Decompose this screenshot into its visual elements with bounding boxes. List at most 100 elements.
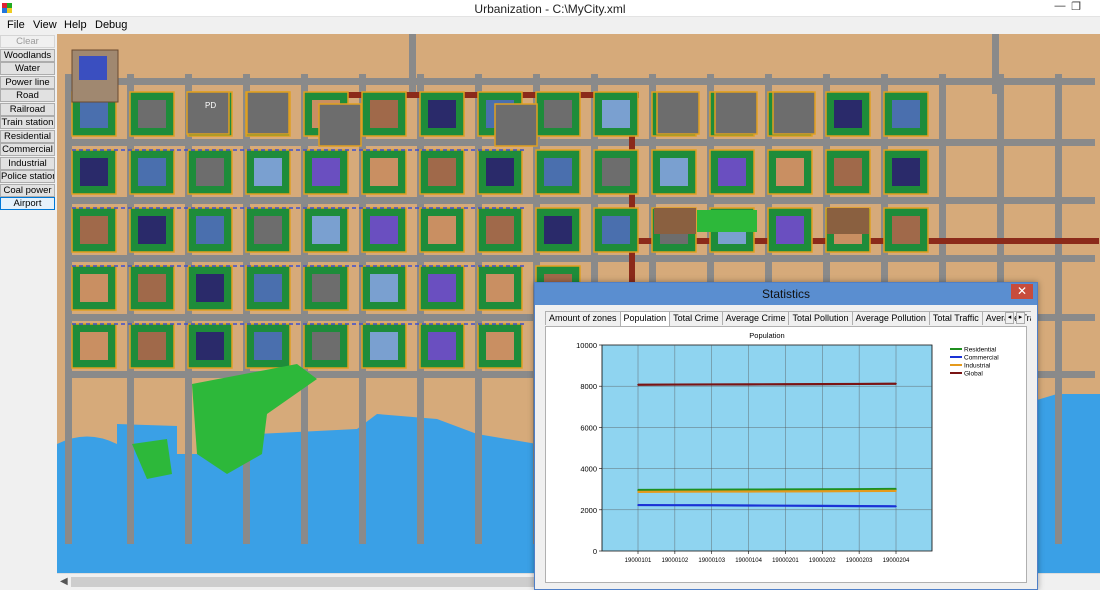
data-point-residential	[858, 488, 860, 490]
data-point-commercial	[710, 504, 713, 507]
data-point-industrial	[858, 490, 860, 492]
data-point-residential	[784, 488, 787, 491]
close-icon[interactable]: ✕	[1011, 284, 1033, 299]
series-line-commercial	[637, 503, 897, 508]
data-point-global	[637, 383, 639, 386]
tab-total-pollution[interactable]: Total Pollution	[788, 311, 853, 325]
building	[370, 274, 398, 302]
tool-industrial-button[interactable]: Industrial	[0, 156, 55, 170]
data-point-commercial	[784, 504, 787, 507]
data-point-industrial	[674, 490, 676, 493]
building	[80, 158, 108, 186]
tab-average-crime[interactable]: Average Crime	[721, 311, 790, 325]
plot-area	[601, 344, 933, 552]
statistics-title: Statistics	[761, 287, 810, 301]
data-point-commercial	[821, 505, 824, 507]
x-tick-label: 19000101	[625, 558, 652, 564]
building	[544, 216, 572, 244]
building	[486, 274, 514, 302]
legend-label-commercial: Commercial	[964, 355, 999, 362]
menu-view[interactable]: View	[33, 19, 57, 31]
data-point-industrial	[637, 491, 639, 493]
tool-clear-button[interactable]: Clear	[0, 35, 55, 48]
window-title-bar: Urbanization - C:\MyCity.xml — ❐	[0, 0, 1100, 17]
tab-population[interactable]: Population	[619, 311, 671, 326]
building	[80, 274, 108, 302]
data-point-commercial	[674, 504, 676, 506]
scroll-left-icon[interactable]: ◀	[60, 576, 68, 587]
building	[254, 332, 282, 360]
building	[602, 216, 630, 244]
tab-amount-of-zones[interactable]: Amount of zones	[545, 311, 621, 325]
y-tick-label: 4000	[580, 465, 597, 474]
tool-airport-button[interactable]: Airport	[0, 197, 55, 210]
building	[892, 216, 920, 244]
tab-total-traffic[interactable]: Total Traffic	[928, 311, 983, 325]
series-line-global	[637, 382, 897, 386]
tool-residential-button[interactable]: Residential	[0, 129, 55, 143]
tab-scroll-left-icon[interactable]: ◂	[1005, 312, 1014, 324]
building	[772, 91, 816, 135]
building	[428, 332, 456, 360]
road-horizontal	[65, 139, 1095, 146]
y-tick-label: 10000	[576, 341, 597, 350]
legend-label-residential: Residential	[964, 347, 997, 354]
menu-file[interactable]: File	[7, 19, 25, 31]
data-point-global	[674, 383, 676, 386]
data-point-residential	[895, 488, 897, 490]
tab-scroll-right-icon[interactable]: ▸	[1016, 312, 1025, 324]
tab-total-crime[interactable]: Total Crime	[669, 311, 723, 325]
data-point-industrial	[821, 490, 824, 493]
menu-debug[interactable]: Debug	[95, 19, 127, 31]
scroll-thumb[interactable]	[71, 577, 541, 587]
building	[428, 158, 456, 186]
data-point-commercial	[637, 504, 639, 506]
population-chart-panel: Population 0 2000 4000 6000 8000 10000 19000101…	[545, 326, 1027, 583]
tool-train-station-button[interactable]: Train station	[0, 116, 55, 129]
building	[80, 332, 108, 360]
tool-commercial-button[interactable]: Commercial	[0, 143, 55, 156]
y-tick-label: 8000	[580, 382, 597, 391]
data-point-commercial	[747, 504, 750, 507]
menu-help[interactable]: Help	[64, 19, 87, 31]
data-point-industrial	[784, 490, 787, 493]
data-point-global	[895, 382, 897, 385]
building	[370, 158, 398, 186]
building	[718, 158, 746, 186]
tool-woodlands-button[interactable]: Woodlands	[0, 48, 55, 62]
building	[776, 216, 804, 244]
window-title: Urbanization - C:\MyCity.xml	[474, 2, 626, 16]
tool-railroad-button[interactable]: Railroad	[0, 102, 55, 116]
road-vertical	[409, 34, 416, 94]
tool-power-line-button[interactable]: Power line	[0, 75, 55, 89]
building	[834, 100, 862, 128]
building	[312, 158, 340, 186]
y-tick-label: 0	[593, 547, 597, 556]
tab-average-pollution[interactable]: Average Pollution	[851, 311, 930, 325]
tool-coal-power-button[interactable]: Coal power	[0, 183, 55, 197]
building	[834, 158, 862, 186]
building	[494, 103, 538, 147]
woodland	[697, 210, 757, 232]
tool-police-station-button[interactable]: Police station	[0, 170, 55, 183]
restore-button[interactable]: ❐	[1066, 0, 1086, 16]
data-point-global	[747, 383, 750, 386]
data-point-residential	[710, 488, 713, 491]
road-horizontal	[65, 197, 1095, 204]
data-point-global	[858, 383, 860, 385]
building	[196, 158, 224, 186]
legend-label-industrial: Industrial	[964, 363, 991, 370]
building	[428, 100, 456, 128]
tool-water-button[interactable]: Water	[0, 62, 55, 75]
data-point-global	[784, 383, 787, 386]
y-tick-label: 6000	[580, 423, 597, 432]
statistics-title-bar[interactable]: Statistics ✕	[535, 283, 1037, 305]
building	[486, 216, 514, 244]
data-point-global	[710, 383, 713, 386]
tool-road-button[interactable]: Road	[0, 89, 55, 102]
building	[428, 274, 456, 302]
building	[80, 216, 108, 244]
x-tick-label: 19000202	[809, 558, 836, 564]
building	[714, 91, 758, 135]
data-point-residential	[674, 489, 676, 491]
